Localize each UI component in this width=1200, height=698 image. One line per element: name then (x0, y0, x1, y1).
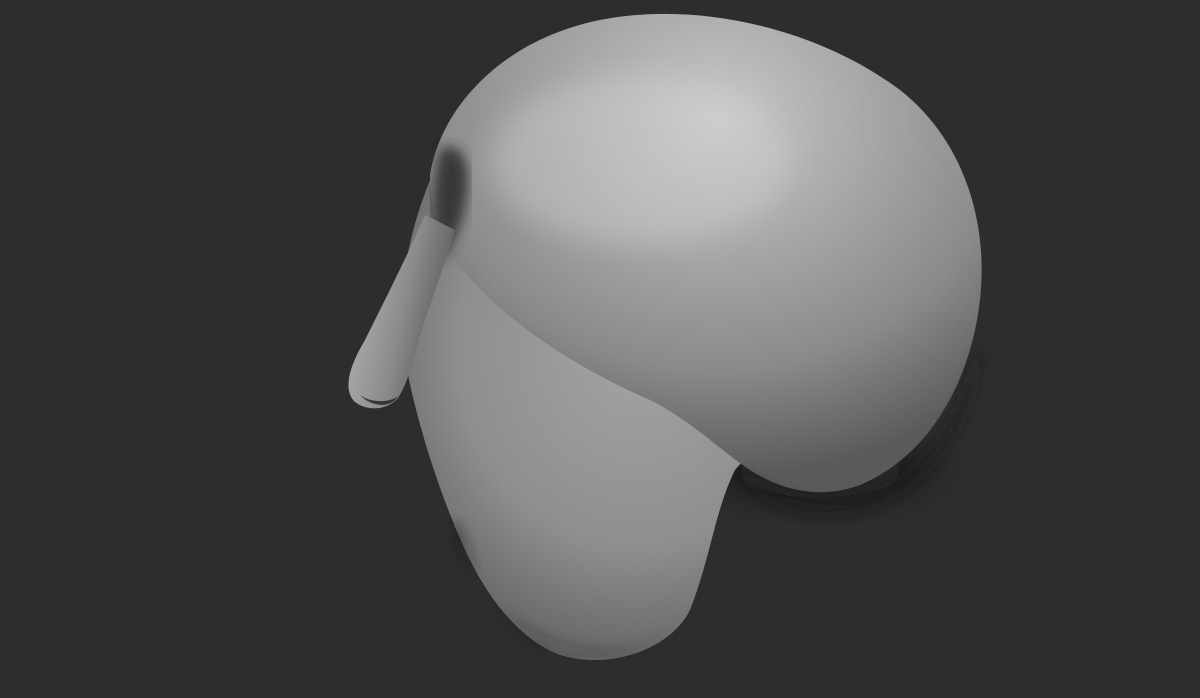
3d-viewport-canvas[interactable] (0, 0, 1200, 698)
viewport-render[interactable] (0, 0, 1200, 698)
cranium-highlight (490, 75, 790, 245)
